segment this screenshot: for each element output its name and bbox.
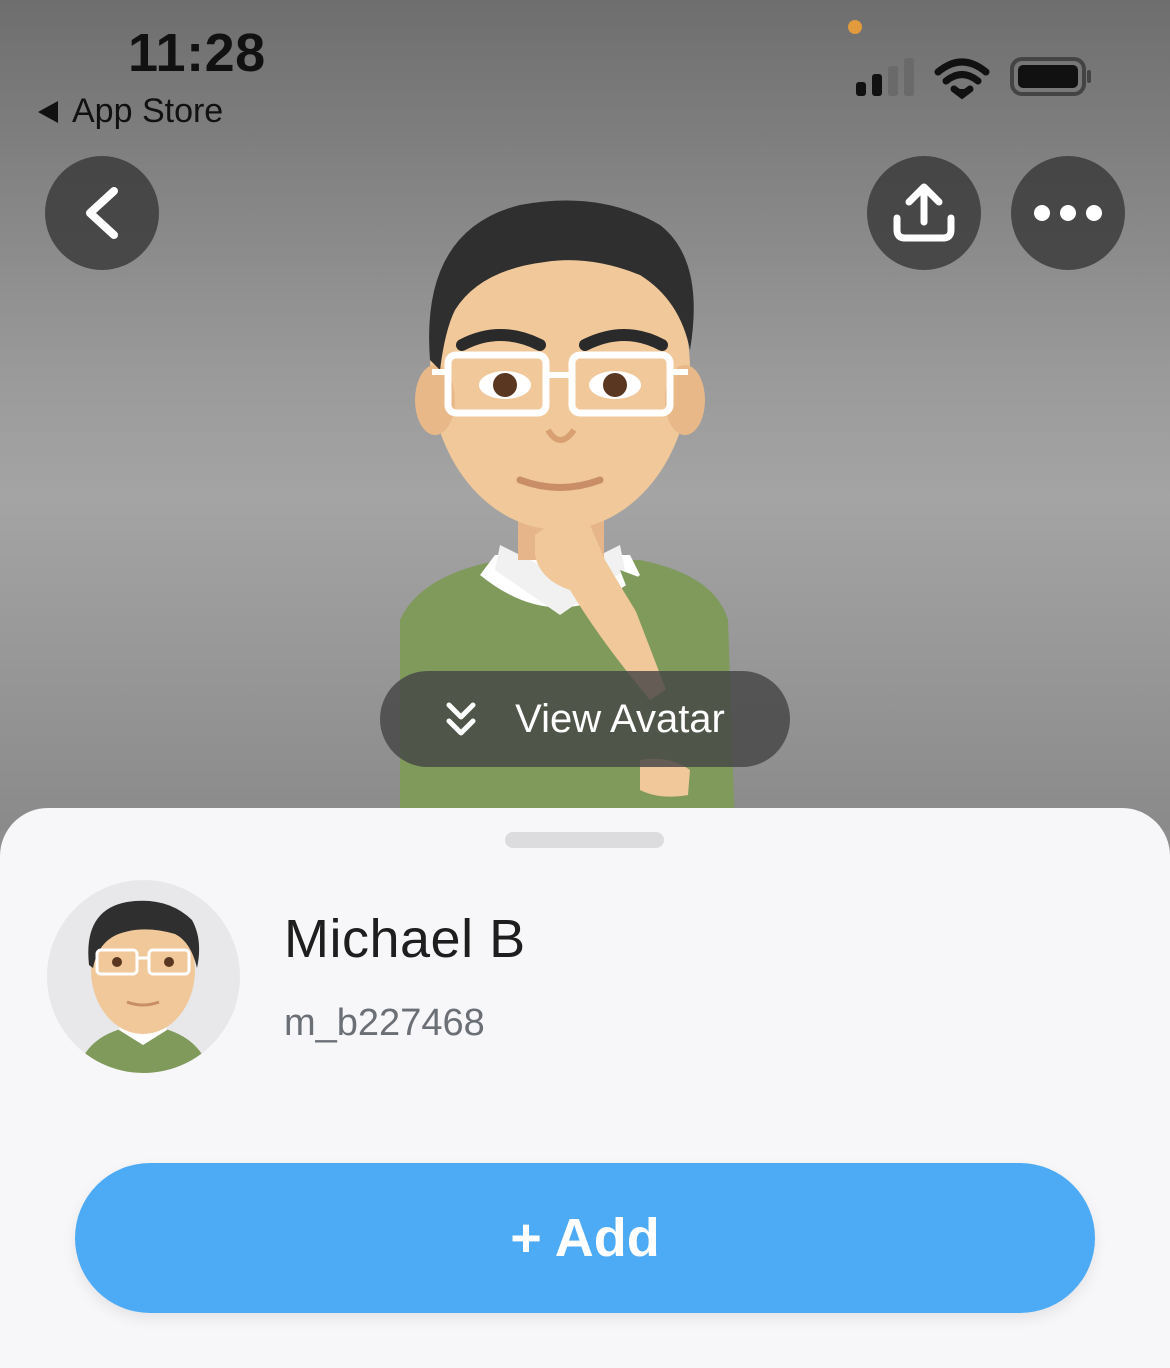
profile-sheet: Michael B m_b227468 + Add [0, 808, 1170, 1368]
status-bar-icons [856, 57, 1091, 100]
view-avatar-button[interactable]: View Avatar [380, 671, 790, 767]
sheet-grabber-handle[interactable] [505, 832, 664, 848]
share-upload-icon [893, 183, 955, 242]
back-to-app-store[interactable]: App Store [38, 92, 223, 131]
double-chevron-down-icon [446, 702, 476, 736]
back-app-label: App Store [72, 92, 224, 130]
more-options-button[interactable] [1011, 156, 1125, 270]
avatar-thumbnail [77, 900, 210, 1073]
back-triangle-icon [38, 100, 58, 123]
recording-indicator-dot [848, 20, 862, 34]
profile-hero: 11:28 App Store View Avatar [0, 0, 1170, 830]
back-button[interactable] [45, 156, 159, 270]
add-friend-button[interactable]: + Add [75, 1163, 1095, 1313]
avatar[interactable] [47, 880, 240, 1073]
wifi-icon [934, 58, 990, 100]
view-avatar-label: View Avatar [515, 696, 725, 741]
username: m_b227468 [284, 1002, 485, 1044]
display-name: Michael B [284, 909, 526, 969]
status-bar-time: 11:28 [128, 23, 266, 83]
battery-icon [1010, 57, 1091, 96]
share-button[interactable] [867, 156, 981, 270]
cellular-signal-icon [856, 58, 914, 96]
ellipsis-icon [1034, 205, 1102, 221]
chevron-left-icon [86, 187, 118, 239]
